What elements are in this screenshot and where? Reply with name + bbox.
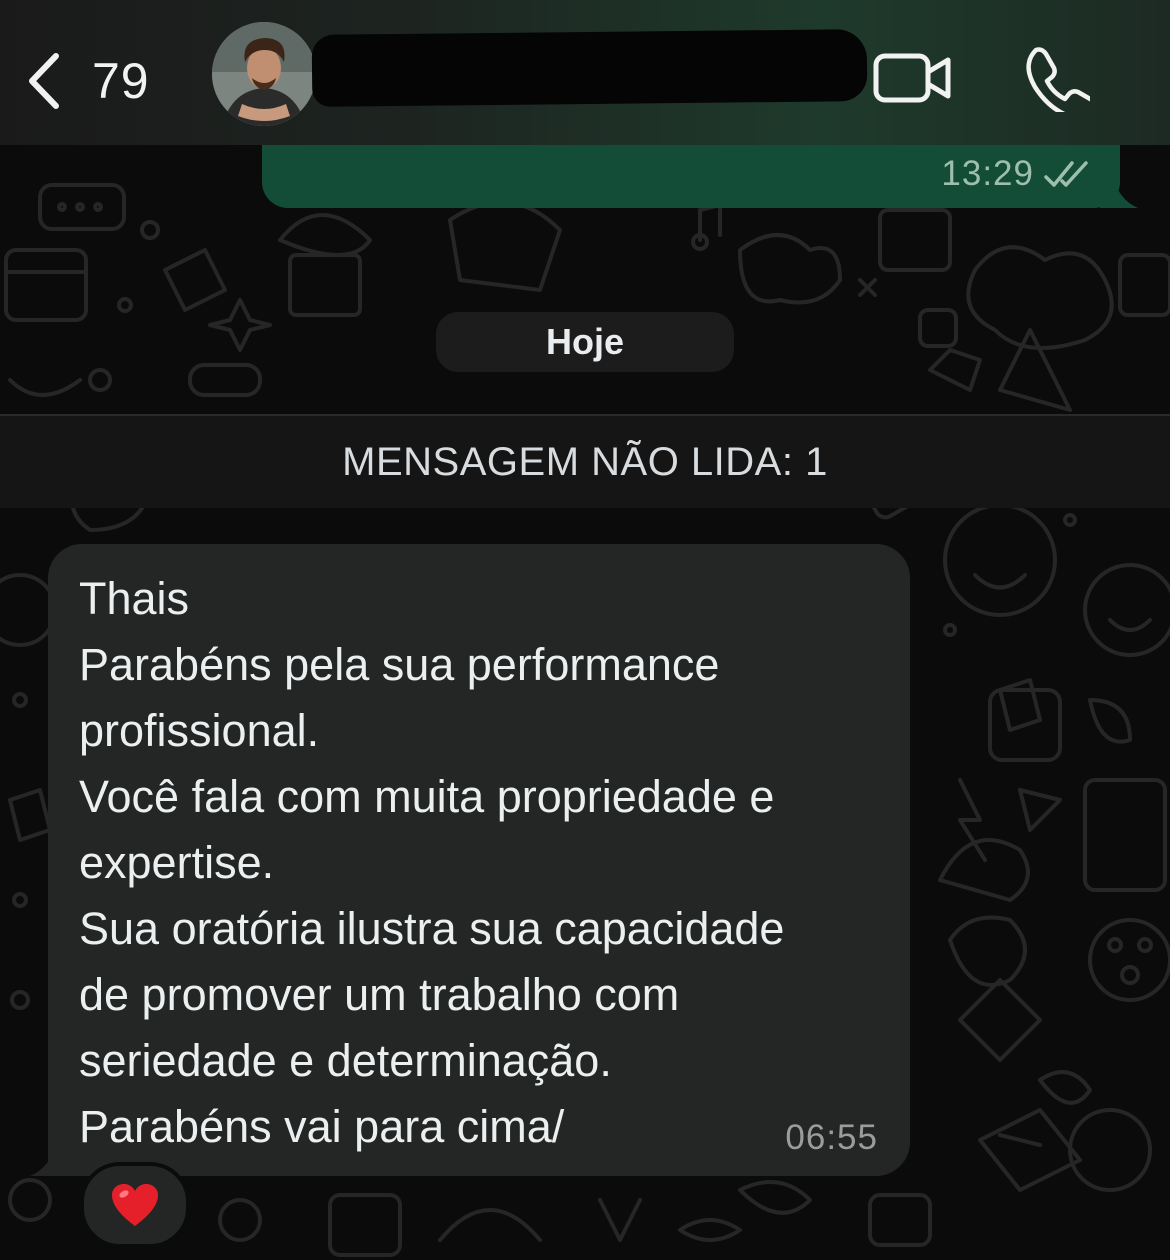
message-time: 13:29 [941,154,1034,193]
contact-name-redacted[interactable] [311,29,868,107]
heart-reaction[interactable] [80,1162,190,1248]
phone-icon[interactable] [1022,44,1090,112]
date-separator: Hoje [436,312,734,372]
message-line: Sua oratória ilustra sua capacidade [79,903,785,954]
message-line: Você fala com muita propriedade e [79,771,775,822]
message-line: profissional. [79,705,320,756]
double-check-icon [1044,161,1088,187]
video-camera-icon[interactable] [872,48,954,108]
message-line: Parabéns pela sua performance [79,639,720,690]
message-line: Thais [79,573,190,624]
chat-header: 79 [0,0,1170,145]
message-line: de promover um trabalho com [79,969,680,1020]
heart-icon [112,1184,158,1226]
unread-messages-banner: MENSAGEM NÃO LIDA: 1 [0,414,1170,508]
chevron-left-icon [29,53,59,109]
message-line: expertise. [79,837,275,888]
message-line: Parabéns vai para cima/ [79,1101,565,1152]
incoming-message-bubble[interactable]: Thais Parabéns pela sua performance prof… [48,544,910,1176]
avatar[interactable] [212,22,316,126]
message-line: seriedade e determinação. [79,1035,612,1086]
message-time: 06:55 [785,1118,878,1157]
bubble-tail [1100,170,1138,208]
back-button[interactable]: 79 [22,46,162,116]
message-meta: 13:29 [941,154,1092,194]
message-text: Thais Parabéns pela sua performance prof… [79,566,899,1160]
contact-photo [212,22,316,126]
unread-chats-count: 79 [92,53,150,109]
